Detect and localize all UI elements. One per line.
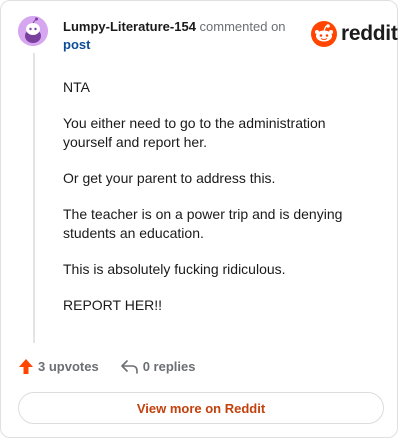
comment-paragraph: NTA <box>63 79 90 95</box>
comment-paragraph: Or get your parent to address this. <box>63 170 276 186</box>
comment-card: Lumpy-Literature-154 commented on post r… <box>0 0 398 438</box>
comment-paragraph: You either need to go to the administrat… <box>63 115 326 150</box>
reddit-wordmark: reddit <box>341 22 398 45</box>
thread-line <box>33 53 35 343</box>
replies-button[interactable]: 0 replies <box>120 359 196 374</box>
comment-header: Lumpy-Literature-154 commented on post <box>63 18 286 54</box>
comment-paragraph: REPORT HER!! <box>63 297 163 313</box>
comment-paragraph: The teacher is on a power trip and is de… <box>63 206 343 241</box>
reply-count: 0 replies <box>142 359 196 374</box>
reddit-snoo-icon <box>311 21 337 47</box>
comment-body: NTA You either need to go to the adminis… <box>63 78 363 332</box>
snoo-avatar-icon <box>18 16 48 46</box>
post-link[interactable]: post <box>63 36 286 54</box>
view-more-label: View more on Reddit <box>136 400 266 416</box>
reply-arrow-icon <box>120 359 138 374</box>
upvote-arrow-icon <box>19 359 33 374</box>
upvote-count: 3 upvotes <box>38 359 99 374</box>
view-more-button[interactable]: View more on Reddit <box>18 392 384 424</box>
comment-actions: 3 upvotes 0 replies <box>18 358 195 375</box>
comment-paragraph: This is absolutely fucking ridiculous. <box>63 261 286 277</box>
commented-on-text: commented on <box>199 19 286 34</box>
upvote-button[interactable]: 3 upvotes <box>18 358 99 375</box>
username[interactable]: Lumpy-Literature-154 <box>63 19 196 34</box>
reddit-brand[interactable]: reddit <box>311 21 398 47</box>
avatar[interactable] <box>18 16 48 46</box>
